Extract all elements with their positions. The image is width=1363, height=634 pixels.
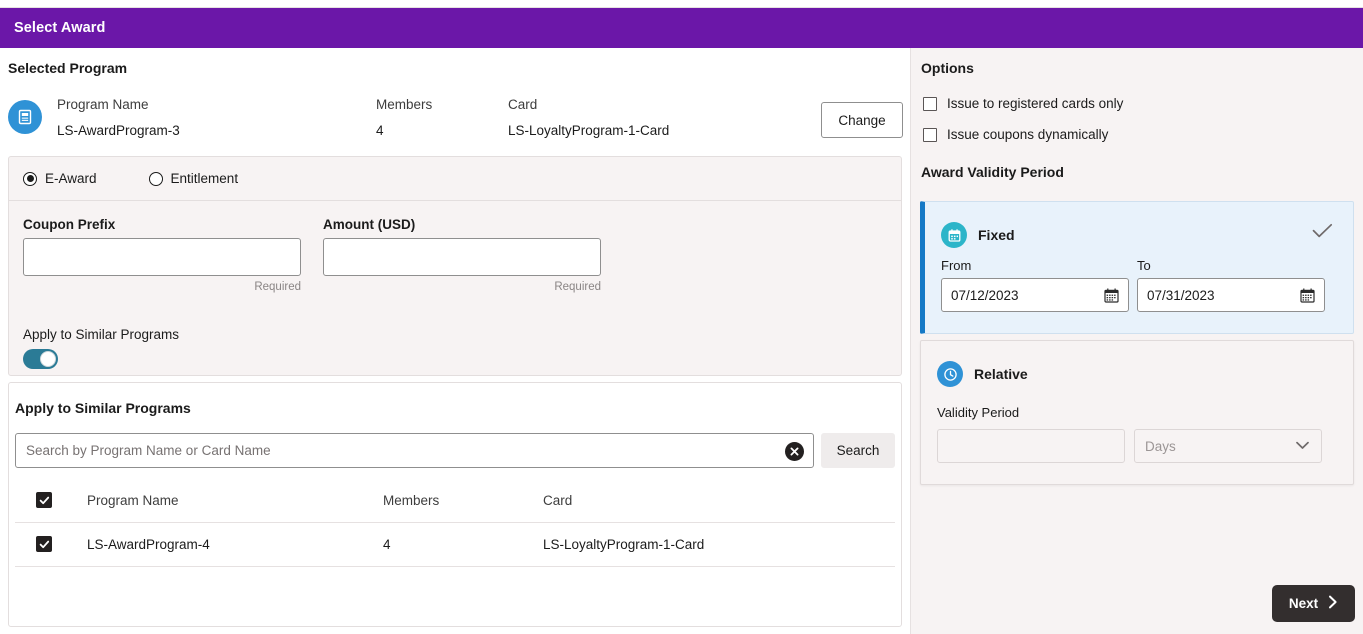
right-panel: Options Issue to registered cards only I… (910, 48, 1363, 634)
chevron-down-icon (1296, 437, 1321, 455)
table-row[interactable]: LS-AwardProgram-4 4 LS-LoyaltyProgram-1-… (15, 523, 895, 567)
program-document-icon (8, 100, 42, 134)
selected-program-label: Selected Program (8, 60, 128, 76)
search-box (15, 433, 814, 468)
members-header: Members (376, 97, 433, 112)
validity-option-fixed[interactable]: Fixed From 07/12/2023 To 07/31/2023 (920, 201, 1354, 334)
change-program-button[interactable]: Change (821, 102, 903, 138)
similar-programs-card: Apply to Similar Programs Search by Prog… (8, 382, 902, 627)
award-type-radio-group: E-Award Entitlement (9, 157, 901, 201)
clear-circle-icon[interactable] (785, 442, 804, 461)
select-award-dialog: Select Award Selected Program Program Na… (0, 0, 1363, 634)
coupon-prefix-label: Coupon Prefix (23, 217, 116, 232)
checkbox-issue-coupons-dynamically (923, 127, 937, 142)
to-date-value: 07/31/2023 (1147, 287, 1215, 303)
calendar-picker-icon[interactable] (1103, 287, 1128, 304)
amount-label: Amount (USD) (323, 217, 416, 232)
fixed-card-header: Fixed (941, 222, 1015, 248)
from-label: From (941, 258, 972, 273)
row-program-name: LS-AwardProgram-4 (87, 537, 210, 552)
search-button[interactable]: Search (821, 433, 895, 468)
apply-similar-toggle-label: Apply to Similar Programs (23, 327, 180, 342)
award-validity-period-title: Award Validity Period (921, 164, 1064, 180)
row-members: 4 (383, 537, 391, 552)
from-date-value: 07/12/2023 (951, 287, 1019, 303)
row-card: LS-LoyaltyProgram-1-Card (543, 537, 705, 552)
option-registered-cards-only[interactable]: Issue to registered cards only (923, 96, 1123, 111)
radio-e-award[interactable]: E-Award (23, 171, 97, 186)
next-button[interactable]: Next (1272, 585, 1355, 622)
apply-similar-programs-toggle[interactable] (23, 349, 58, 369)
select-all-checkbox[interactable] (36, 492, 52, 508)
radio-e-award-indicator (23, 171, 37, 186)
chevron-right-icon (1328, 595, 1338, 612)
relative-card-name: Relative (974, 366, 1028, 382)
row-checkbox[interactable] (36, 536, 52, 552)
page-title: Select Award (14, 20, 106, 36)
left-panel: Selected Program Program Name LS-AwardPr… (0, 48, 910, 634)
coupon-prefix-input[interactable] (23, 238, 301, 276)
similar-programs-title: Apply to Similar Programs (15, 400, 191, 416)
award-details-card: E-Award Entitlement Coupon Prefix Requir… (8, 156, 902, 376)
selected-program-row: Program Name LS-AwardProgram-3 Members 4… (0, 88, 910, 156)
radio-entitlement-indicator (148, 171, 163, 186)
calendar-picker-icon[interactable] (1299, 287, 1324, 304)
options-title: Options (921, 60, 974, 76)
check-icon (1312, 223, 1333, 244)
validity-period-unit-value: Days (1145, 438, 1176, 454)
amount-required-note: Required (554, 281, 601, 293)
relative-card-header: Relative (937, 361, 1028, 387)
validity-period-unit-select[interactable]: Days (1134, 429, 1322, 463)
option-registered-cards-only-label: Issue to registered cards only (947, 96, 1124, 111)
card-header: Card (508, 97, 538, 112)
calendar-icon (941, 222, 967, 248)
program-name-header: Program Name (57, 97, 149, 112)
search-row: Search (15, 433, 895, 468)
coupon-prefix-required-note: Required (254, 281, 301, 293)
next-button-label: Next (1288, 596, 1319, 611)
from-date-input[interactable]: 07/12/2023 (941, 278, 1129, 312)
option-issue-coupons-dynamically[interactable]: Issue coupons dynamically (923, 127, 1108, 142)
column-header-program-name: Program Name (87, 493, 179, 508)
table-header-row: Program Name Members Card (15, 479, 895, 523)
amount-input[interactable] (323, 238, 601, 276)
toggle-knob (40, 351, 56, 367)
column-header-members: Members (383, 493, 440, 508)
to-date-input[interactable]: 07/31/2023 (1137, 278, 1325, 312)
search-input[interactable] (16, 434, 781, 467)
radio-entitlement[interactable]: Entitlement (148, 171, 239, 186)
radio-e-award-label: E-Award (45, 171, 97, 186)
members-value: 4 (376, 123, 384, 138)
validity-option-relative[interactable]: Relative Validity Period Days (920, 340, 1354, 485)
option-issue-coupons-dynamically-label: Issue coupons dynamically (947, 127, 1109, 142)
clock-icon (937, 361, 963, 387)
validity-period-label: Validity Period (937, 405, 1020, 420)
radio-entitlement-label: Entitlement (170, 171, 239, 186)
card-value: LS-LoyaltyProgram-1-Card (508, 123, 670, 138)
window-top-edge (0, 0, 1363, 8)
column-header-card: Card (543, 493, 573, 508)
to-label: To (1137, 258, 1151, 273)
checkbox-registered-cards-only (923, 96, 937, 111)
fixed-card-name: Fixed (978, 227, 1015, 243)
validity-period-input[interactable] (937, 429, 1125, 463)
program-name-value: LS-AwardProgram-3 (57, 123, 180, 138)
dialog-titlebar: Select Award (0, 8, 1363, 48)
similar-programs-table: Program Name Members Card LS-AwardProgra… (15, 479, 895, 567)
